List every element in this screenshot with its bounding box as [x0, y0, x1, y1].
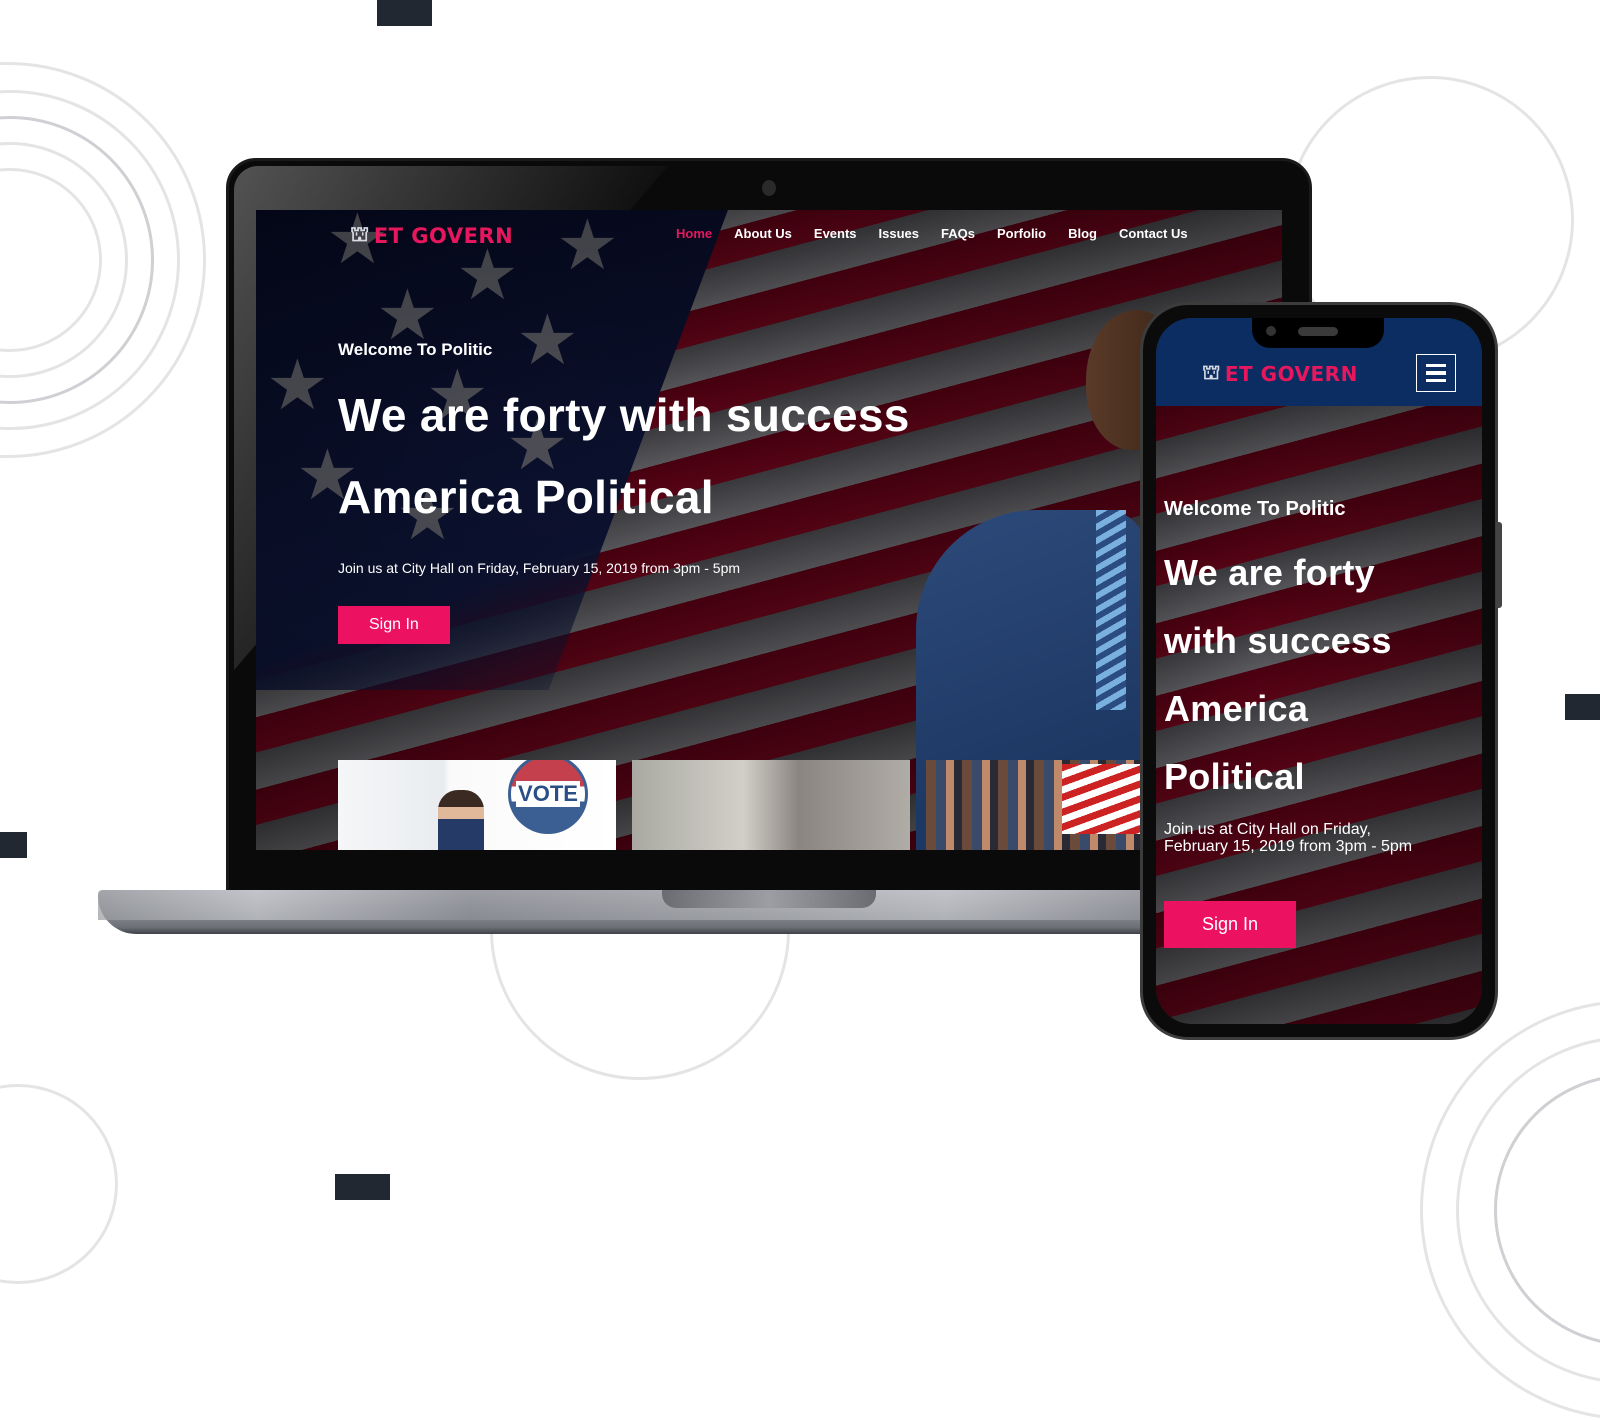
nav-home[interactable]: Home [676, 226, 712, 241]
nav-faqs[interactable]: FAQs [941, 226, 975, 241]
nav-events[interactable]: Events [814, 226, 857, 241]
hero-title: We are forty with success America Politi… [1164, 539, 1424, 811]
hero-title-line: Political [1164, 756, 1305, 797]
phone-side-button [1496, 522, 1502, 608]
thumbnail-meeting[interactable] [632, 760, 910, 850]
nav-issues[interactable]: Issues [879, 226, 919, 241]
hero-section: Welcome To Politic We are forty with suc… [338, 340, 910, 644]
sign-in-button[interactable]: Sign In [338, 606, 450, 644]
laptop-trackpad-notch [662, 890, 876, 908]
hamburger-menu-icon [1426, 363, 1446, 368]
hero-title-line: America Political [338, 471, 714, 523]
hero-title-line: We are forty with success [338, 389, 910, 441]
brand-logo[interactable]: ⛫ ET GOVERN [1202, 360, 1358, 387]
hero-title: We are forty with success America Politi… [338, 374, 910, 538]
phone-camera [1266, 326, 1276, 336]
feature-thumbnails: VOTE [338, 760, 1142, 850]
decorative-ring [0, 1084, 118, 1284]
vote-badge-icon: VOTE [508, 760, 588, 834]
nav-blog[interactable]: Blog [1068, 226, 1097, 241]
brand-name: ET GOVERN [1224, 361, 1358, 386]
desktop-website-preview: ★ ★ ★ ★ ★ ★ ★ ★ ★ ★ ⛫ ET GOVERN Home Abo… [256, 210, 1282, 850]
hero-title-line: with success [1164, 620, 1392, 661]
hero-subtitle: Join us at City Hall on Friday, February… [338, 560, 741, 576]
brand-logo[interactable]: ⛫ ET GOVERN [350, 222, 513, 249]
thumbnail-vote[interactable]: VOTE [338, 760, 616, 850]
hero-title-line: America [1164, 688, 1309, 729]
brand-name: ET GOVERN [373, 223, 514, 248]
laptop-camera [762, 180, 776, 196]
hero-title-line: We are forty [1164, 552, 1376, 593]
nav-about-us[interactable]: About Us [734, 226, 792, 241]
hero-kicker: Welcome To Politic [338, 340, 493, 359]
sign-in-button[interactable]: Sign In [1164, 901, 1297, 948]
site-header: ⛫ ET GOVERN Home About Us Events Issues … [256, 210, 1282, 270]
hero-kicker: Welcome To Politic [1164, 498, 1346, 520]
decorative-square [1565, 694, 1600, 720]
hero-subtitle: Join us at City Hall on Friday, February… [1164, 821, 1464, 855]
nav-portfolio[interactable]: Porfolio [997, 226, 1046, 241]
mobile-website-preview: ⛫ ET GOVERN Welcome To Politic We are fo… [1156, 318, 1482, 1024]
hero-subtitle-line: February 15, 2019 from 3pm - 5pm [1164, 838, 1413, 855]
hamburger-menu-icon [1426, 371, 1446, 375]
hamburger-menu-button[interactable] [1416, 354, 1456, 392]
decorative-square [377, 0, 432, 26]
mobile-hero-section: Welcome To Politic We are forty with suc… [1164, 498, 1464, 948]
decorative-square [0, 832, 27, 858]
candidate-photo-tie [1096, 510, 1126, 710]
vote-badge-text: VOTE [516, 781, 580, 807]
hamburger-menu-icon [1426, 378, 1446, 383]
candidate-figure [438, 790, 484, 850]
thumbnail-rally[interactable] [926, 760, 1142, 850]
decorative-square [335, 1174, 390, 1200]
main-navigation: Home About Us Events Issues FAQs Porfoli… [676, 226, 1188, 241]
hero-subtitle-line: Join us at City Hall on Friday, [1164, 821, 1371, 838]
capitol-building-icon: ⛫ [1202, 360, 1221, 384]
nav-contact-us[interactable]: Contact Us [1119, 226, 1188, 241]
laptop-base-highlight [98, 890, 1158, 920]
phone-speaker [1298, 327, 1338, 336]
capitol-building-icon: ⛫ [350, 222, 370, 246]
us-flag-icon [1062, 764, 1142, 834]
